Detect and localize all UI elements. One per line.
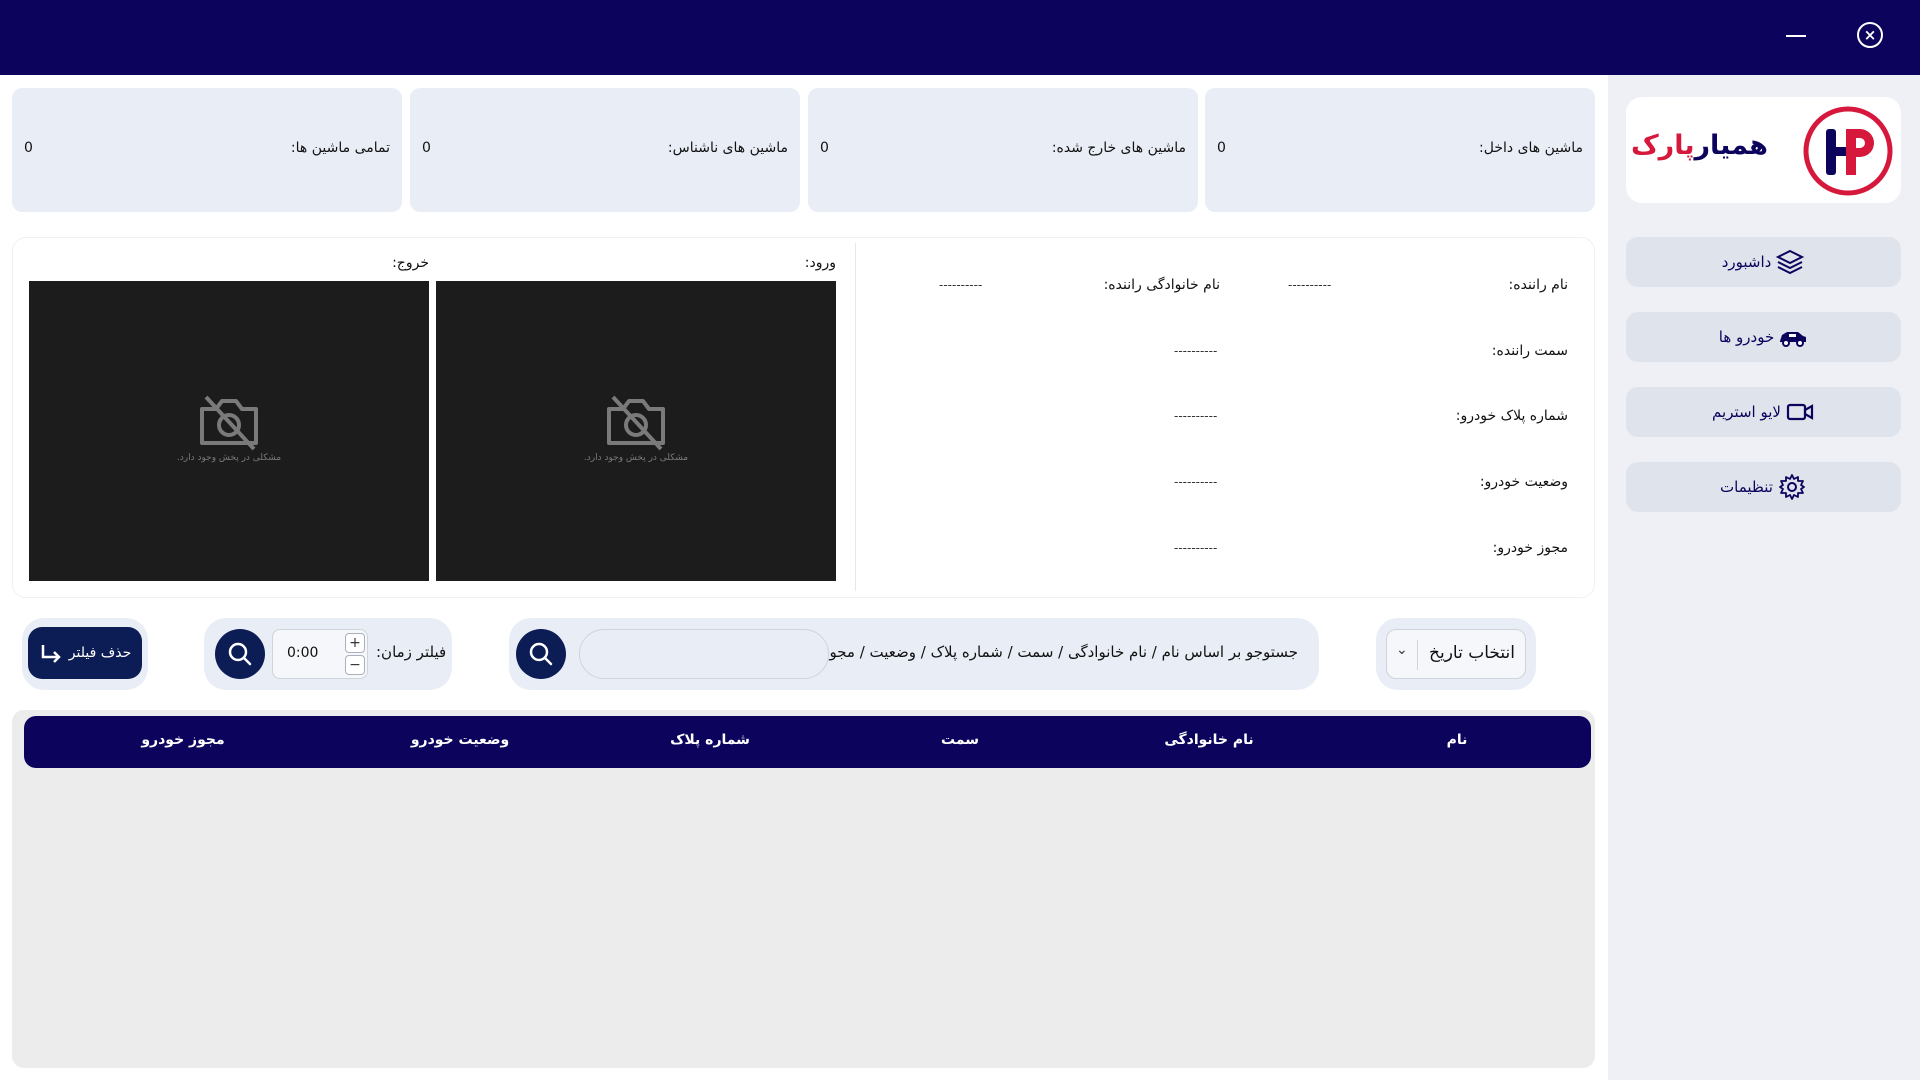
minimize-button[interactable] <box>1786 35 1806 37</box>
column-header-position[interactable]: سمت <box>941 732 979 748</box>
brand-name-part2: پارک <box>1631 130 1695 161</box>
column-header-family[interactable]: نام خانوادگی <box>1164 732 1253 748</box>
table-header: نام نام خانوادگی سمت شماره پلاک وضعیت خو… <box>24 716 1591 768</box>
gear-icon <box>1779 474 1805 500</box>
column-header-name[interactable]: نام <box>1447 732 1468 748</box>
stat-card-exited: ماشین های خارج شده: 0 <box>808 88 1198 212</box>
panel-divider <box>855 243 856 591</box>
search-label: جستوجو بر اساس نام / نام خانوادگی / سمت … <box>812 643 1298 661</box>
video-camera-icon <box>1786 403 1814 421</box>
vehicle-permit-label: مجوز خودرو: <box>1492 540 1568 556</box>
close-icon: × <box>1863 26 1877 44</box>
time-value: 0:00 <box>287 645 319 661</box>
driver-family-label: نام خانوادگی راننده: <box>1103 277 1220 293</box>
camera-error-message: مشکلی در پخش وجود دارد. <box>176 453 282 463</box>
plate-number-label: شماره پلاک خودرو: <box>1455 408 1568 424</box>
chevron-down-icon: ⌄ <box>1396 642 1408 658</box>
time-filter-label: فیلتر زمان: <box>376 643 447 661</box>
stat-card-inside: ماشین های داخل: 0 <box>1205 88 1595 212</box>
driver-name-value: ---------- <box>1288 278 1332 292</box>
column-header-status[interactable]: وضعیت خودرو <box>411 732 509 748</box>
time-search-button[interactable] <box>215 629 265 679</box>
stat-value: 0 <box>422 140 431 156</box>
car-icon <box>1780 332 1807 347</box>
close-button[interactable]: × <box>1857 22 1883 48</box>
vehicle-permit-value: ---------- <box>1174 541 1218 555</box>
column-header-plate[interactable]: شماره پلاک <box>670 732 750 748</box>
search-icon <box>228 642 252 666</box>
time-increment-button[interactable]: + <box>345 633 365 653</box>
layers-icon <box>1776 249 1805 275</box>
sidebar-item-label: لایو استریم <box>1712 403 1781 421</box>
camera-off-icon <box>607 395 665 451</box>
brand-name-part1: همیار <box>1694 130 1768 161</box>
sidebar <box>1608 75 1920 1080</box>
brand-name: همیارپارک <box>1631 130 1768 161</box>
sidebar-item-label: خودرو ها <box>1718 328 1775 346</box>
exit-camera-label: خروج: <box>392 255 429 271</box>
date-select-label: انتخاب تاریخ <box>1429 643 1515 663</box>
stat-card-all: تمامی ماشین ها: 0 <box>12 88 402 212</box>
logo-icon <box>1803 106 1893 196</box>
driver-family-value: ---------- <box>939 278 983 292</box>
sidebar-item-label: داشبورد <box>1721 253 1772 271</box>
sidebar-item-dashboard[interactable]: داشبورد <box>1626 237 1901 287</box>
return-arrow-icon <box>41 645 61 663</box>
sidebar-item-live-stream[interactable]: لایو استریم <box>1626 387 1901 437</box>
sidebar-item-label: تنظیمات <box>1720 478 1773 496</box>
driver-position-value: ---------- <box>1174 344 1218 358</box>
logo-card: همیارپارک <box>1626 97 1901 203</box>
entry-camera-label: ورود: <box>804 255 836 271</box>
sidebar-item-settings[interactable]: تنظیمات <box>1626 462 1901 512</box>
camera-off-icon <box>200 395 258 451</box>
date-select-separator <box>1417 640 1418 670</box>
stat-card-unknown: ماشین های ناشناس: 0 <box>410 88 800 212</box>
driver-position-label: سمت راننده: <box>1491 343 1568 359</box>
stat-value: 0 <box>1217 140 1226 156</box>
stat-label: ماشین های ناشناس: <box>667 140 788 156</box>
clear-filter-button[interactable]: حذف فیلتر <box>28 627 142 679</box>
time-decrement-button[interactable]: − <box>345 655 365 675</box>
vehicle-status-value: ---------- <box>1174 475 1218 489</box>
camera-error-message: مشکلی در پخش وجود دارد. <box>583 453 689 463</box>
exit-camera-view: مشکلی در پخش وجود دارد. <box>29 281 429 581</box>
time-filter-input[interactable]: 0:00 + − <box>272 629 368 679</box>
stat-label: تمامی ماشین ها: <box>290 140 390 156</box>
search-input[interactable] <box>579 629 829 679</box>
sidebar-item-cars[interactable]: خودرو ها <box>1626 312 1901 362</box>
column-header-permit[interactable]: مجوز خودرو <box>141 732 224 748</box>
clear-filter-label: حذف فیلتر <box>68 645 132 661</box>
plate-number-value: ---------- <box>1174 409 1218 423</box>
title-bar <box>0 0 1920 75</box>
stat-value: 0 <box>820 140 829 156</box>
vehicle-status-label: وضعیت خودرو: <box>1479 474 1568 490</box>
search-icon <box>529 642 553 666</box>
date-select[interactable]: انتخاب تاریخ ⌄ <box>1386 629 1526 679</box>
stat-label: ماشین های داخل: <box>1479 140 1583 156</box>
stat-value: 0 <box>24 140 33 156</box>
driver-name-label: نام راننده: <box>1508 277 1568 293</box>
search-button[interactable] <box>516 629 566 679</box>
entry-camera-view: مشکلی در پخش وجود دارد. <box>436 281 836 581</box>
stat-label: ماشین های خارج شده: <box>1051 140 1186 156</box>
